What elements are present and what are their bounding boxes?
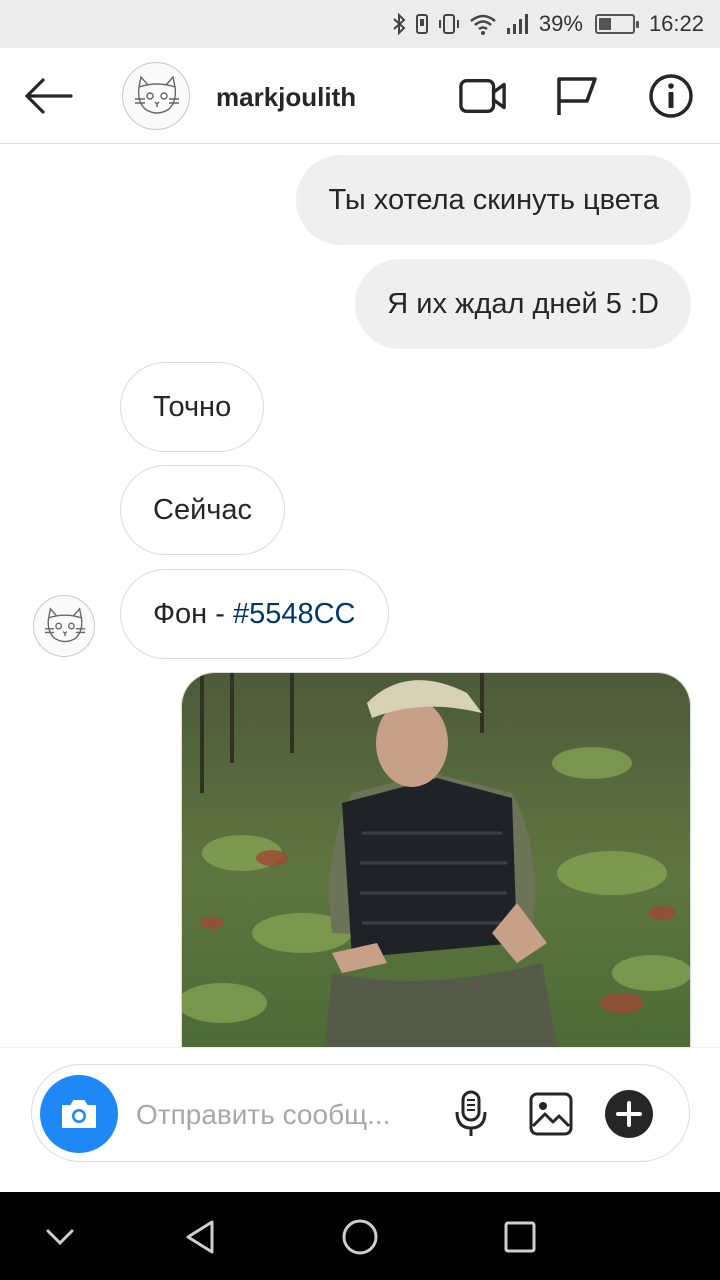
wifi-icon xyxy=(469,12,497,36)
gallery-button[interactable] xyxy=(526,1089,576,1139)
flag-icon xyxy=(557,77,597,115)
message-text: Сейчас xyxy=(153,493,253,526)
signal-icon xyxy=(505,12,531,36)
sender-avatar[interactable] xyxy=(33,595,95,657)
message-bubble-incoming[interactable]: Сейчас xyxy=(120,465,286,555)
chevron-down-icon xyxy=(46,1229,74,1246)
sim-icon xyxy=(415,12,429,36)
composer-area xyxy=(0,1047,720,1192)
back-triangle-icon xyxy=(186,1220,214,1254)
message-bubble-outgoing[interactable]: Ты хотела скинуть цвета xyxy=(296,155,691,245)
back-arrow-icon xyxy=(25,78,73,114)
message-text: Точно xyxy=(153,390,232,423)
nav-recents-button[interactable] xyxy=(495,1212,545,1262)
camera-icon xyxy=(62,1100,96,1128)
home-circle-icon xyxy=(342,1219,378,1255)
battery-icon xyxy=(594,14,639,34)
video-call-icon xyxy=(459,78,506,114)
message-bubble-outgoing[interactable]: Я их ждал дней 5 :D xyxy=(355,259,691,349)
info-icon xyxy=(649,74,693,118)
battery-percent: 39% xyxy=(538,11,583,36)
nav-home-button[interactable] xyxy=(335,1212,385,1262)
vibrate-icon xyxy=(437,12,461,36)
message-text: Ты хотела скинуть цвета xyxy=(328,183,659,216)
recents-square-icon xyxy=(504,1221,536,1253)
voice-message-button[interactable] xyxy=(446,1089,496,1139)
bluetooth-icon xyxy=(391,12,407,36)
message-input[interactable] xyxy=(136,1093,436,1137)
nav-back-button[interactable] xyxy=(175,1212,225,1262)
chat-username[interactable]: markjoulith xyxy=(216,82,356,113)
plus-icon xyxy=(605,1090,653,1138)
message-list[interactable]: Ты хотела скинуть цвета Я их ждал дней 5… xyxy=(0,145,720,1047)
gallery-icon xyxy=(529,1092,573,1136)
system-nav-bar xyxy=(0,1192,720,1280)
status-bar: 39% 16:22 xyxy=(0,0,720,48)
message-composer xyxy=(31,1064,690,1162)
message-text: Я их ждал дней 5 :D xyxy=(387,287,659,320)
avatar[interactable] xyxy=(122,62,190,130)
video-call-button[interactable] xyxy=(459,74,507,118)
back-button[interactable] xyxy=(20,74,76,118)
chat-header: markjoulith xyxy=(0,48,720,144)
camera-button[interactable] xyxy=(40,1075,118,1153)
microphone-icon xyxy=(455,1090,487,1136)
message-text: Фон - xyxy=(153,597,233,630)
report-button[interactable] xyxy=(553,74,601,118)
info-button[interactable] xyxy=(647,74,695,118)
message-bubble-incoming[interactable]: Фон - #5548CC xyxy=(120,569,389,659)
hashtag-link[interactable]: #5548CC xyxy=(233,598,356,631)
shared-photo[interactable] xyxy=(181,672,691,1047)
more-options-button[interactable] xyxy=(604,1089,654,1139)
hide-nav-button[interactable] xyxy=(35,1212,85,1262)
clock: 16:22 xyxy=(648,11,704,36)
message-bubble-incoming[interactable]: Точно xyxy=(120,362,265,452)
